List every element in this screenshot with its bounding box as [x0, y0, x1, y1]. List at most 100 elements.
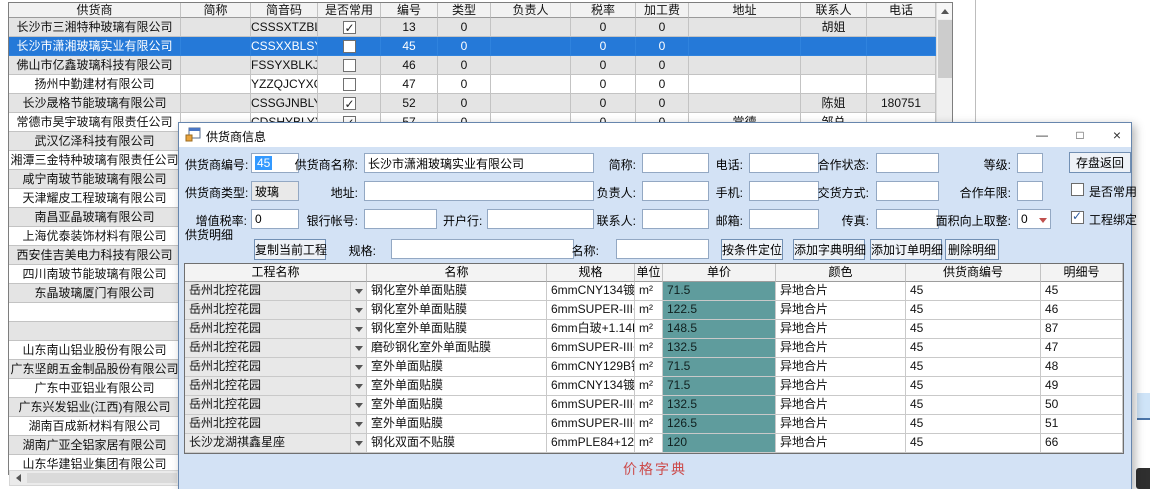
cell-abbr[interactable]: [181, 18, 251, 37]
bank-account-input[interactable]: [364, 209, 437, 229]
detail-cell-spec[interactable]: 6mmCNY129B镀膜钢化: [547, 358, 635, 377]
detail-cell-supplier_no[interactable]: 45: [906, 415, 1041, 434]
cell-phone[interactable]: [867, 56, 936, 75]
cell-supplier[interactable]: 湖南百成新材料有限公司: [9, 417, 181, 436]
detail-cell-supplier_no[interactable]: 45: [906, 377, 1041, 396]
scroll-left-arrow-icon[interactable]: [10, 471, 26, 485]
chevron-down-icon[interactable]: [350, 415, 366, 433]
cell-supplier[interactable]: 湘潭三金特种玻璃有限责任公司: [9, 151, 181, 170]
detail-cell-supplier_no[interactable]: 45: [906, 301, 1041, 320]
table-row[interactable]: 长沙市潇湘玻璃实业有限公司CSSXXBLSY...45000: [9, 37, 936, 56]
cell-common[interactable]: [318, 94, 381, 113]
detail-cell-unit[interactable]: m²: [635, 282, 663, 301]
project-combo[interactable]: 岳州北控花园: [185, 358, 367, 377]
cell-code[interactable]: CSSSXTZBL...: [251, 18, 318, 37]
chevron-down-icon[interactable]: [350, 434, 366, 452]
detail-cell-color[interactable]: 异地合片: [776, 282, 906, 301]
detail-row[interactable]: 岳州北控花园室外单面贴膜6mmSUPER-III+12A(硅...m²126.5…: [185, 415, 1123, 434]
detail-cell-name[interactable]: 室外单面贴膜: [367, 358, 547, 377]
table-row[interactable]: 佛山市亿鑫玻璃科技有限公司FSSYXBLKJ...46000: [9, 56, 936, 75]
detail-cell-color[interactable]: 异地合片: [776, 434, 906, 453]
detail-column-header-price[interactable]: 单价: [663, 264, 776, 282]
detail-cell-supplier_no[interactable]: 45: [906, 320, 1041, 339]
dialog-titlebar[interactable]: 供货商信息 — □ ×: [179, 123, 1131, 147]
cell-code[interactable]: YZZQJCYXGS: [251, 75, 318, 94]
table-row[interactable]: 长沙市三湘特种玻璃有限公司CSSSXTZBL...13000胡姐: [9, 18, 936, 37]
detail-cell-spec[interactable]: 6mmSUPER-III+12A(硅...: [547, 301, 635, 320]
spec-filter-input[interactable]: [391, 239, 574, 259]
detail-cell-color[interactable]: 异地合片: [776, 301, 906, 320]
cell-tax[interactable]: 0: [571, 94, 636, 113]
cell-tax[interactable]: 0: [571, 37, 636, 56]
cell-phone[interactable]: [867, 75, 936, 94]
cell-manager[interactable]: [491, 94, 571, 113]
common-checkbox[interactable]: [343, 97, 356, 110]
detail-cell-spec[interactable]: 6mm白玻+1.14PVB+6mm...: [547, 320, 635, 339]
round-up-dropdown[interactable]: 0: [1017, 209, 1051, 229]
detail-cell-price[interactable]: 122.5: [663, 301, 776, 320]
cell-fee[interactable]: 0: [636, 94, 689, 113]
detail-cell-price[interactable]: 132.5: [663, 396, 776, 415]
close-button[interactable]: ×: [1102, 123, 1132, 147]
cell-supplier[interactable]: 扬州中勤建材有限公司: [9, 75, 181, 94]
cell-supplier[interactable]: 西安佳吉美电力科技有限公司: [9, 246, 181, 265]
detail-cell-name[interactable]: 室外单面贴膜: [367, 415, 547, 434]
detail-column-header-color[interactable]: 颜色: [776, 264, 906, 282]
mobile-input[interactable]: [749, 181, 819, 201]
detail-cell-color[interactable]: 异地合片: [776, 377, 906, 396]
detail-cell-supplier_no[interactable]: 45: [906, 396, 1041, 415]
cell-type[interactable]: 0: [438, 37, 491, 56]
detail-cell-detail_no[interactable]: 46: [1041, 301, 1123, 320]
coop-years-input[interactable]: [1017, 181, 1043, 201]
address-input[interactable]: [364, 181, 594, 201]
detail-cell-price[interactable]: 120: [663, 434, 776, 453]
project-combo[interactable]: 岳州北控花园: [185, 396, 367, 415]
cell-id[interactable]: 46: [381, 56, 438, 75]
cell-id[interactable]: 45: [381, 37, 438, 56]
detail-cell-supplier_no[interactable]: 45: [906, 339, 1041, 358]
detail-cell-unit[interactable]: m²: [635, 434, 663, 453]
cell-abbr[interactable]: [181, 37, 251, 56]
cell-manager[interactable]: [491, 56, 571, 75]
project-combo[interactable]: 岳州北控花园: [185, 282, 367, 301]
detail-cell-price[interactable]: 71.5: [663, 358, 776, 377]
detail-cell-unit[interactable]: m²: [635, 396, 663, 415]
column-header-id[interactable]: 编号: [381, 3, 438, 18]
detail-cell-detail_no[interactable]: 49: [1041, 377, 1123, 396]
locate-by-condition-button[interactable]: 按条件定位: [721, 239, 783, 260]
detail-cell-spec[interactable]: 6mmCNY134镀膜钢化: [547, 282, 635, 301]
detail-row[interactable]: 岳州北控花园钢化室外单面贴膜6mmCNY134镀膜钢化m²71.5异地合片454…: [185, 282, 1123, 301]
cell-id[interactable]: 47: [381, 75, 438, 94]
detail-cell-price[interactable]: 126.5: [663, 415, 776, 434]
cell-type[interactable]: 0: [438, 56, 491, 75]
project-combo[interactable]: 岳州北控花园: [185, 377, 367, 396]
detail-column-header-detail_no[interactable]: 明细号: [1041, 264, 1123, 282]
cell-supplier[interactable]: 常德市昊宇玻璃有限责任公司: [9, 113, 181, 132]
chevron-down-icon[interactable]: [350, 377, 366, 395]
detail-cell-detail_no[interactable]: 50: [1041, 396, 1123, 415]
column-header-contact[interactable]: 联系人: [801, 3, 867, 18]
cell-abbr[interactable]: [181, 75, 251, 94]
detail-cell-name[interactable]: 钢化双面不贴膜: [367, 434, 547, 453]
bank-input[interactable]: [487, 209, 594, 229]
cell-tax[interactable]: 0: [571, 56, 636, 75]
grade-input[interactable]: [1017, 153, 1043, 173]
detail-cell-color[interactable]: 异地合片: [776, 339, 906, 358]
detail-cell-unit[interactable]: m²: [635, 320, 663, 339]
add-order-detail-button[interactable]: 添加订单明细: [870, 239, 942, 260]
detail-cell-unit[interactable]: m²: [635, 339, 663, 358]
common-checkbox[interactable]: [343, 40, 356, 53]
phone-input[interactable]: [749, 153, 819, 173]
column-header-type[interactable]: 类型: [438, 3, 491, 18]
common-checkbox[interactable]: [343, 78, 356, 91]
cell-code[interactable]: CSSXXBLSY...: [251, 37, 318, 56]
detail-row[interactable]: 岳州北控花园钢化室外单面贴膜6mmSUPER-III+12A(硅...m²122…: [185, 301, 1123, 320]
cell-manager[interactable]: [491, 37, 571, 56]
cell-supplier[interactable]: 佛山市亿鑫玻璃科技有限公司: [9, 56, 181, 75]
detail-cell-spec[interactable]: 6mmSUPER-III+12A(硅...: [547, 339, 635, 358]
save-return-button[interactable]: 存盘返回: [1069, 152, 1131, 173]
project-combo[interactable]: 岳州北控花园: [185, 320, 367, 339]
detail-cell-spec[interactable]: 6mmPLE84+12A(硅酮胶...: [547, 434, 635, 453]
detail-column-header-supplier_no[interactable]: 供货商编号: [906, 264, 1041, 282]
detail-cell-supplier_no[interactable]: 45: [906, 434, 1041, 453]
